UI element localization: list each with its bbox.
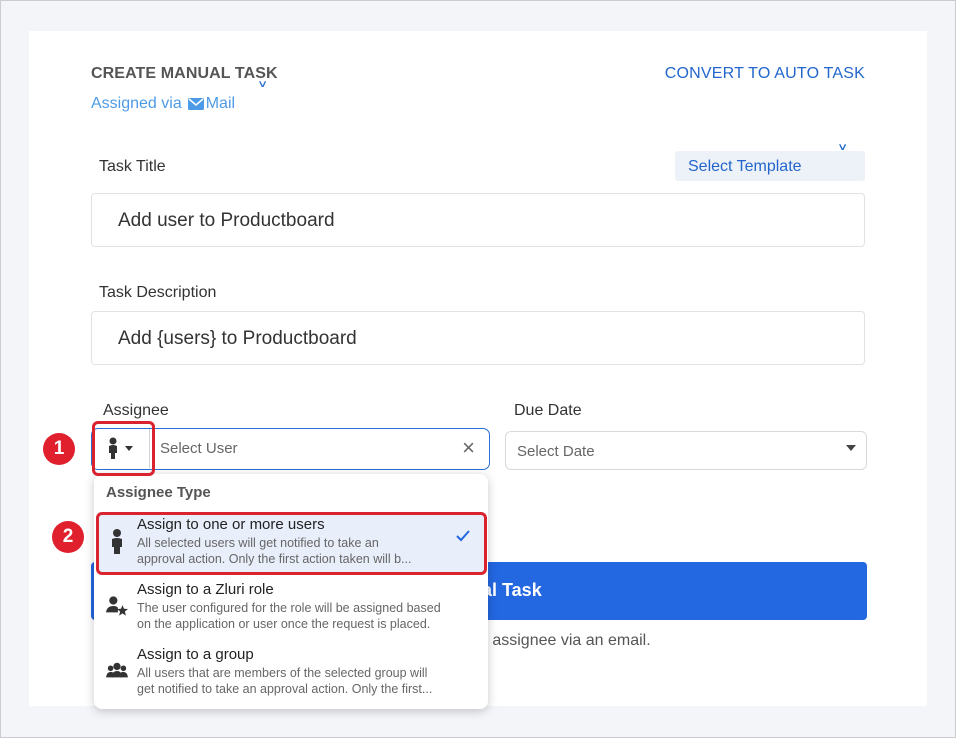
option-description-line: get notified to take an approval action.… <box>137 682 433 696</box>
task-title-label: Task Title <box>99 158 166 175</box>
option-description: All users that are members of the select… <box>137 665 477 697</box>
close-icon[interactable]: × <box>462 435 475 461</box>
callout-badge-2: 2 <box>52 521 84 553</box>
due-date-select[interactable]: Select Date <box>505 431 867 470</box>
task-description-value: Add {users} to Productboard <box>118 328 357 349</box>
task-description-input[interactable]: Add {users} to Productboard <box>91 311 865 365</box>
assigned-channel-label: Mail <box>205 95 236 112</box>
assignee-placeholder: Select User <box>160 440 238 457</box>
option-description-line: The user configured for the role will be… <box>137 601 441 615</box>
option-description-line: on the application or user once the requ… <box>137 617 431 631</box>
assigned-channel[interactable]: Mail <box>187 95 236 113</box>
select-template-dropdown[interactable]: ∨ Select Template <box>675 142 865 181</box>
page-title: CREATE MANUAL TASK <box>91 65 278 82</box>
chevron-down-icon: ∨ <box>837 142 849 153</box>
task-title-value: Add user to Productboard <box>118 210 335 231</box>
callout-box-2 <box>96 512 487 575</box>
group-icon <box>106 662 128 678</box>
task-title-input[interactable]: Add user to Productboard <box>91 193 865 247</box>
footer-note: e assignee via an email. <box>479 632 651 649</box>
mail-icon <box>187 98 204 110</box>
caret-down-icon <box>846 445 856 451</box>
callout-box-1 <box>92 421 155 476</box>
callout-badge-1: 1 <box>43 433 75 465</box>
due-date-label: Due Date <box>514 402 582 419</box>
option-title: Assign to a group <box>137 646 254 663</box>
assign-group-option[interactable]: Assign to a group All users that are mem… <box>98 642 484 702</box>
option-description-line: All users that are members of the select… <box>137 666 428 680</box>
option-title: Assign to a Zluri role <box>137 581 274 598</box>
convert-to-auto-task-link[interactable]: CONVERT TO AUTO TASK <box>665 65 865 83</box>
due-date-placeholder: Select Date <box>517 443 595 460</box>
select-template-label: Select Template <box>688 158 802 175</box>
option-description: The user configured for the role will be… <box>137 600 477 632</box>
assignee-type-menu: Assignee Type Assign to one or more user… <box>94 474 488 709</box>
chevron-down-icon[interactable]: ∨ <box>257 79 268 90</box>
task-description-label: Task Description <box>99 284 217 301</box>
assign-zluri-role-option[interactable]: Assign to a Zluri role The user configur… <box>98 577 484 637</box>
assigned-via-label: Assigned via <box>91 95 182 112</box>
assigned-via: Assigned via Mail <box>91 95 235 113</box>
assignee-label: Assignee <box>103 402 169 419</box>
user-star-icon <box>106 596 128 616</box>
assignee-type-heading: Assignee Type <box>106 484 211 501</box>
